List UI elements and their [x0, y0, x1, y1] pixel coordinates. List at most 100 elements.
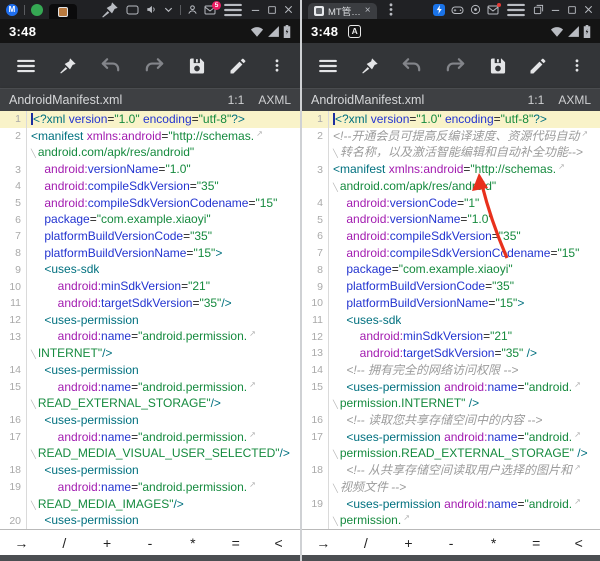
code-row[interactable]: ╲READ_MEDIA_VISUAL_USER_SELECTED"/> [0, 445, 300, 462]
mail-icon[interactable] [487, 5, 499, 15]
code-row[interactable]: 10 android:minSdkVersion="21" [0, 278, 300, 295]
record-icon[interactable] [470, 4, 481, 15]
code-row[interactable]: ╲READ_EXTERNAL_STORAGE"/> [0, 395, 300, 412]
mail-icon[interactable]: 5 [204, 5, 216, 15]
code-row[interactable]: 4 android:compileSdkVersion="35" [0, 178, 300, 195]
code-row[interactable]: 1<?xml version="1.0" encoding="utf-8"?> [302, 111, 600, 128]
minimize-icon[interactable] [550, 4, 561, 15]
code-row[interactable]: 16 <!-- 读取您共享存储空间中的内容 --> [302, 412, 600, 429]
pin-button[interactable] [58, 56, 78, 76]
symbol-key[interactable]: = [214, 535, 257, 551]
browser-tab[interactable]: MT管…× [308, 3, 377, 19]
emulator-tab[interactable] [49, 4, 77, 19]
close-icon[interactable] [283, 4, 294, 15]
code-row[interactable]: 8 platformBuildVersionName="15"> [0, 245, 300, 262]
code-row[interactable]: 8 package="com.example.xiaoyi" [302, 261, 600, 278]
code-row[interactable]: 15 <uses-permission android:name="androi… [302, 379, 600, 396]
chevron-down-icon[interactable] [163, 4, 174, 15]
code-row[interactable]: 6 package="com.example.xiaoyi" [0, 211, 300, 228]
lightning-badge-icon[interactable] [433, 4, 445, 16]
code-row[interactable]: 4 android:versionCode="1" [302, 195, 600, 212]
code-row[interactable]: 2<!--开通会员可提高反编译速度、资源代码自动↗ [302, 128, 600, 145]
code-row[interactable]: 18 <uses-permission [0, 462, 300, 479]
save-button[interactable] [187, 56, 207, 76]
user-icon[interactable] [187, 4, 198, 15]
messenger-logo[interactable]: M [6, 4, 18, 16]
code-row[interactable]: 14 <!-- 拥有完全的网络访问权限 --> [302, 362, 600, 379]
screenshot-icon[interactable] [126, 5, 139, 15]
close-icon[interactable] [583, 4, 594, 15]
code-row[interactable]: 14 <uses-permission [0, 362, 300, 379]
green-app-logo[interactable] [31, 4, 43, 16]
code-row[interactable]: ╲视频文件 --> [302, 479, 600, 496]
symbol-key[interactable]: - [129, 535, 172, 551]
symbol-key[interactable]: → [302, 535, 345, 551]
code-row[interactable]: 9 <uses-sdk [0, 261, 300, 278]
menu-icon[interactable] [222, 0, 244, 21]
pin-icon[interactable] [100, 0, 120, 20]
maximize-icon[interactable] [567, 5, 577, 15]
code-row[interactable]: 5 android:compileSdkVersionCodename="15" [0, 195, 300, 212]
code-row[interactable]: 1<?xml version="1.0" encoding="utf-8"?> [0, 111, 300, 128]
code-row[interactable]: 3<manifest xmlns:android="http://schemas… [302, 161, 600, 178]
gamepad-icon[interactable] [451, 5, 464, 15]
symbol-key[interactable]: / [345, 535, 388, 551]
file-format-badge[interactable]: AXML [258, 93, 291, 107]
edit-button[interactable] [528, 56, 548, 76]
code-row[interactable]: 11 <uses-sdk [302, 312, 600, 329]
file-format-badge[interactable]: AXML [558, 93, 591, 107]
code-editor[interactable]: 1<?xml version="1.0" encoding="utf-8"?>2… [302, 111, 600, 529]
kebab-icon[interactable] [383, 0, 399, 19]
popout-icon[interactable] [533, 4, 544, 15]
save-button[interactable] [488, 56, 508, 76]
symbol-key[interactable]: < [257, 535, 300, 551]
code-row[interactable]: 18 <!-- 从共享存储空间读取用户选择的图片和↗ [302, 462, 600, 479]
code-row[interactable]: 6 android:compileSdkVersion="35" [302, 228, 600, 245]
symbol-key[interactable]: < [557, 535, 600, 551]
code-row[interactable]: 19 <uses-permission android:name="androi… [302, 496, 600, 513]
code-row[interactable]: 17 android:name="android.permission.↗ [0, 429, 300, 446]
symbol-key[interactable]: * [171, 535, 214, 551]
code-row[interactable]: ╲INTERNET"/> [0, 345, 300, 362]
edit-button[interactable] [228, 56, 248, 76]
code-row[interactable]: 12 android:minSdkVersion="21" [302, 328, 600, 345]
symbol-key[interactable]: + [86, 535, 129, 551]
code-row[interactable]: 5 android:versionName="1.0" [302, 211, 600, 228]
kebab-button[interactable] [569, 56, 585, 75]
maximize-icon[interactable] [267, 5, 277, 15]
code-editor[interactable]: 1<?xml version="1.0" encoding="utf-8"?>2… [0, 111, 300, 529]
symbol-key[interactable]: → [0, 535, 43, 551]
menu-button[interactable] [15, 55, 37, 77]
code-row[interactable]: 3 android:versionName="1.0" [0, 161, 300, 178]
code-row[interactable]: 10 platformBuildVersionName="15"> [302, 295, 600, 312]
pin-button[interactable] [360, 56, 380, 76]
code-row[interactable]: ╲转名称，以及激活智能编辑和自动补全功能--> [302, 144, 600, 161]
code-row[interactable]: ╲permission.READ_EXTERNAL_STORAGE" /> [302, 445, 600, 462]
code-row[interactable]: 13 android:name="android.permission.↗ [0, 328, 300, 345]
menu-button[interactable] [317, 55, 339, 77]
code-row[interactable]: 7 android:compileSdkVersionCodename="15" [302, 245, 600, 262]
speaker-icon[interactable] [145, 4, 157, 15]
code-row[interactable]: 16 <uses-permission [0, 412, 300, 429]
symbol-key[interactable]: + [387, 535, 430, 551]
code-row[interactable]: ╲permission.↗ [302, 512, 600, 529]
code-row[interactable]: 17 <uses-permission android:name="androi… [302, 429, 600, 446]
code-row[interactable]: 2<manifest xmlns:android="http://schemas… [0, 128, 300, 145]
symbol-key[interactable]: - [430, 535, 473, 551]
code-row[interactable]: 20 <uses-permission [0, 512, 300, 529]
code-row[interactable]: 12 <uses-permission [0, 312, 300, 329]
kebab-button[interactable] [269, 56, 285, 75]
symbol-key[interactable]: * [472, 535, 515, 551]
code-row[interactable]: 11 android:targetSdkVersion="35"/> [0, 295, 300, 312]
code-row[interactable]: 9 platformBuildVersionCode="35" [302, 278, 600, 295]
code-row[interactable]: ╲READ_MEDIA_IMAGES"/> [0, 496, 300, 513]
code-row[interactable]: 15 android:name="android.permission.↗ [0, 379, 300, 396]
code-row[interactable]: ╲android.com/apk/res/android" [0, 144, 300, 161]
symbol-key[interactable]: / [43, 535, 86, 551]
minimize-icon[interactable] [250, 4, 261, 15]
code-row[interactable]: 19 android:name="android.permission.↗ [0, 479, 300, 496]
menu-icon[interactable] [505, 0, 527, 21]
code-row[interactable]: 13 android:targetSdkVersion="35" /> [302, 345, 600, 362]
tab-close-icon[interactable]: × [365, 6, 371, 16]
code-row[interactable]: 7 platformBuildVersionCode="35" [0, 228, 300, 245]
